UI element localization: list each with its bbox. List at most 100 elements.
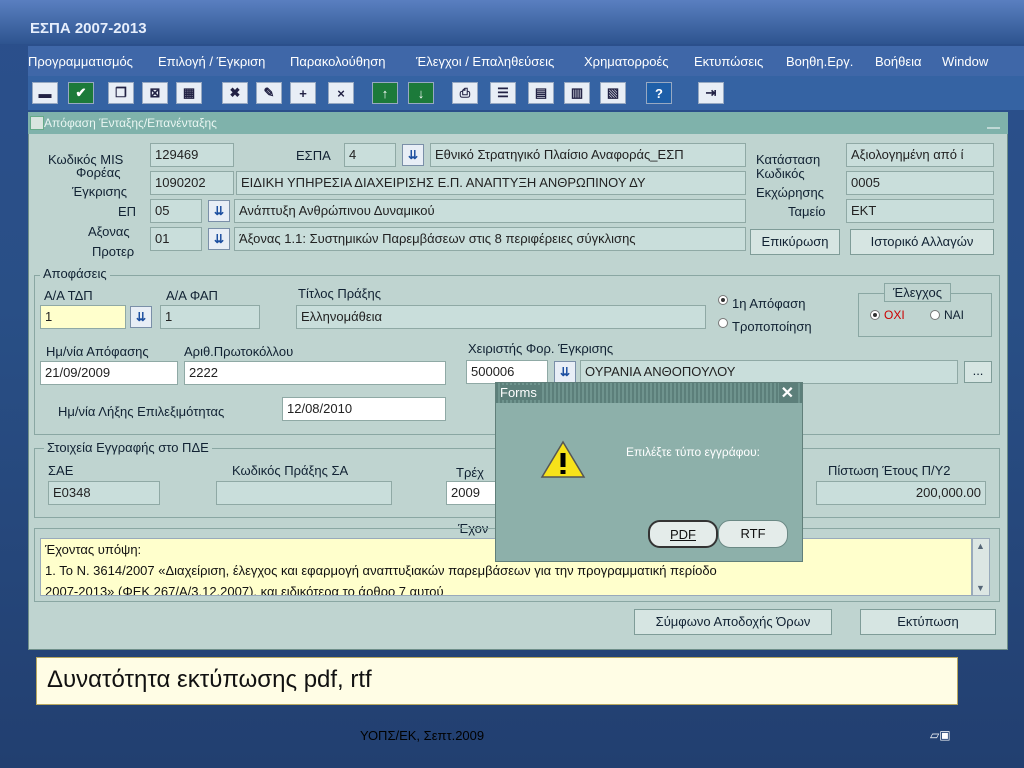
edit-icon[interactable]: ✎	[256, 82, 282, 104]
print-icon[interactable]: ⎙	[452, 82, 478, 104]
sae-field[interactable]: E0348	[48, 481, 160, 505]
arrow-down-icon[interactable]: ↓	[408, 82, 434, 104]
history-button[interactable]: Ιστορικό Αλλαγών	[850, 229, 994, 255]
remove-icon[interactable]: ×	[328, 82, 354, 104]
page-nav-icon[interactable]: ▱▣	[930, 728, 951, 742]
protocol-label: Αριθ.Πρωτοκόλλου	[184, 344, 294, 359]
check-yes-label: ΝΑΙ	[944, 308, 965, 322]
first-decision-label: 1η Απόφαση	[732, 296, 806, 311]
modification-label: Τροποποίηση	[732, 319, 812, 334]
forea-field[interactable]: 1090202	[150, 171, 234, 195]
exit-icon[interactable]: ⇥	[698, 82, 724, 104]
considering-scrollbar[interactable]: ▲ ▼	[972, 538, 990, 596]
espa-field[interactable]: 4	[344, 143, 396, 167]
pdf-button[interactable]: PDF	[648, 520, 718, 548]
check-group-title: Έλεγχος	[884, 283, 951, 302]
menu-item-selection[interactable]: Επιλογή / Έγκριση	[158, 54, 265, 69]
modification-radio[interactable]	[718, 318, 728, 328]
ep-lov-icon[interactable]: ⇊	[208, 200, 230, 222]
delete-icon[interactable]: ✖	[222, 82, 248, 104]
protocol-field[interactable]: 2222	[184, 361, 446, 385]
app-title: ΕΣΠΑ 2007-2013	[30, 20, 147, 37]
print-button[interactable]: Εκτύπωση	[860, 609, 996, 635]
status-label: Κατάσταση	[756, 152, 821, 167]
check-yes-radio[interactable]	[930, 310, 940, 320]
aa-tdp-label: Α/Α ΤΔΠ	[44, 288, 93, 303]
credit-field[interactable]: 200,000.00	[816, 481, 986, 505]
aa-fap-field[interactable]: 1	[160, 305, 260, 329]
agreement-button[interactable]: Σύμφωνο Αποδοχής Όρων	[634, 609, 832, 635]
forms-dialog-title-bar: Forms ✕	[496, 383, 802, 403]
attach-icon[interactable]: ▥	[564, 82, 590, 104]
paste-icon[interactable]: ▧	[600, 82, 626, 104]
axonas-field[interactable]: 01	[150, 227, 202, 251]
pdf-button-label: PDF	[670, 527, 696, 542]
menu-item-cashflows[interactable]: Χρηματορροές	[584, 54, 669, 69]
forea-desc-field: ΕΙΔΙΚΗ ΥΠΗΡΕΣΙΑ ΔΙΑΧΕΙΡΙΣΗΣ Ε.Π. ΑΝΑΠΤΥΞ…	[236, 171, 746, 195]
check-no-label: ΟΧΙ	[884, 308, 905, 322]
confirm-button[interactable]: Επικύρωση	[750, 229, 840, 255]
arrow-up-icon[interactable]: ↑	[372, 82, 398, 104]
form-window-title: Απόφαση Ένταξης/Επανένταξης	[44, 116, 217, 130]
axonas-label-2: Προτερ	[92, 244, 135, 259]
menu-item-help[interactable]: Βοήθεια	[875, 54, 922, 69]
clear-icon[interactable]: ⊠	[142, 82, 168, 104]
aa-tdp-lov-icon[interactable]: ⇊	[130, 306, 152, 328]
scroll-up-icon[interactable]: ▲	[976, 541, 985, 551]
espa-desc-field: Εθνικό Στρατηγικό Πλαίσιο Αναφοράς_ΕΣΠ	[430, 143, 746, 167]
menu-item-monitoring[interactable]: Παρακολούθηση	[290, 54, 386, 69]
aa-tdp-field[interactable]: 1	[40, 305, 126, 329]
menu-item-printouts[interactable]: Εκτυπώσεις	[694, 54, 763, 69]
slide-caption: Δυνατότητα εκτύπωσης pdf, rtf	[47, 666, 372, 693]
eligibility-field[interactable]: 12/08/2010	[282, 397, 446, 421]
dialog-message: Επιλέξτε τύπο εγγράφου:	[626, 445, 760, 459]
record-icon[interactable]: ▦	[176, 82, 202, 104]
copy-icon[interactable]: ❐	[108, 82, 134, 104]
handler-label: Χειριστής Φορ. Έγκρισης	[468, 341, 614, 356]
menu-item-window[interactable]: Window	[942, 54, 988, 69]
axonas-desc-field: Άξονας 1.1: Συστημικών Παρεμβάσεων στις …	[234, 227, 746, 251]
forea-label-1: Φορέας	[76, 165, 121, 180]
close-icon[interactable]: ✕	[778, 383, 796, 403]
list-icon[interactable]: ☰	[490, 82, 516, 104]
axonas-label-1: Αξονας	[88, 224, 130, 239]
axonas-lov-icon[interactable]: ⇊	[208, 228, 230, 250]
decisions-group-title: Αποφάσεις	[40, 266, 110, 281]
menu-item-checks[interactable]: Έλεγχοι / Επαληθεύσεις	[416, 54, 554, 69]
considering-line: 1. Το Ν. 3614/2007 «Διαχείριση, έλεγχος …	[45, 563, 717, 578]
handler-more-button[interactable]: ...	[964, 361, 992, 383]
tameio-label: Ταμείο	[788, 204, 826, 219]
help-icon[interactable]: ?	[646, 82, 672, 104]
handler-lov-icon[interactable]: ⇊	[554, 361, 576, 383]
menu-item-programming[interactable]: Προγραμματισμός	[28, 54, 133, 69]
add-icon[interactable]: +	[290, 82, 316, 104]
save-icon[interactable]: ▬	[32, 82, 58, 104]
mis-field[interactable]: 129469	[150, 143, 234, 167]
project-title-field[interactable]: Ελληνομάθεια	[296, 305, 706, 329]
forea-label-2: Έγκρισης	[72, 184, 127, 199]
document-icon[interactable]: ▤	[528, 82, 554, 104]
rtf-button[interactable]: RTF	[718, 520, 788, 548]
ep-label: ΕΠ	[118, 204, 137, 219]
espa-lov-icon[interactable]: ⇊	[402, 144, 424, 166]
ep-field[interactable]: 05	[150, 199, 202, 223]
handler-name-field: ΟΥΡΑΝΙΑ ΑΝΘΟΠΟΥΛΟΥ	[580, 360, 958, 384]
decision-date-field[interactable]: 21/09/2009	[40, 361, 178, 385]
first-decision-radio[interactable]	[718, 295, 728, 305]
minimize-icon[interactable]: ⎽	[987, 114, 1000, 130]
menu-item-assistant[interactable]: Βοηθη.Εργ.	[786, 54, 853, 69]
menu-bar: Προγραμματισμός Επιλογή / Έγκριση Παρακο…	[28, 46, 1024, 76]
sa-code-field[interactable]	[216, 481, 392, 505]
credit-label: Πίστωση Έτους Π/Υ2	[828, 463, 951, 478]
slide-caption-box: Δυνατότητα εκτύπωσης pdf, rtf	[36, 657, 958, 705]
check-no-radio[interactable]	[870, 310, 880, 320]
decision-date-label: Ημ/νία Απόφασης	[46, 344, 149, 359]
espa-label: ΕΣΠΑ	[296, 148, 331, 163]
aa-fap-label: Α/Α ΦΑΠ	[166, 288, 218, 303]
forms-dialog-title: Forms	[500, 385, 541, 400]
forms-dialog: Forms ✕ Επιλέξτε τύπο εγγράφου: PDF RTF	[495, 382, 803, 562]
scroll-down-icon[interactable]: ▼	[976, 583, 985, 593]
handler-code-field[interactable]: 500006	[466, 360, 548, 384]
check-icon[interactable]: ✔	[68, 82, 94, 104]
current-year-field[interactable]: 2009	[446, 481, 498, 505]
